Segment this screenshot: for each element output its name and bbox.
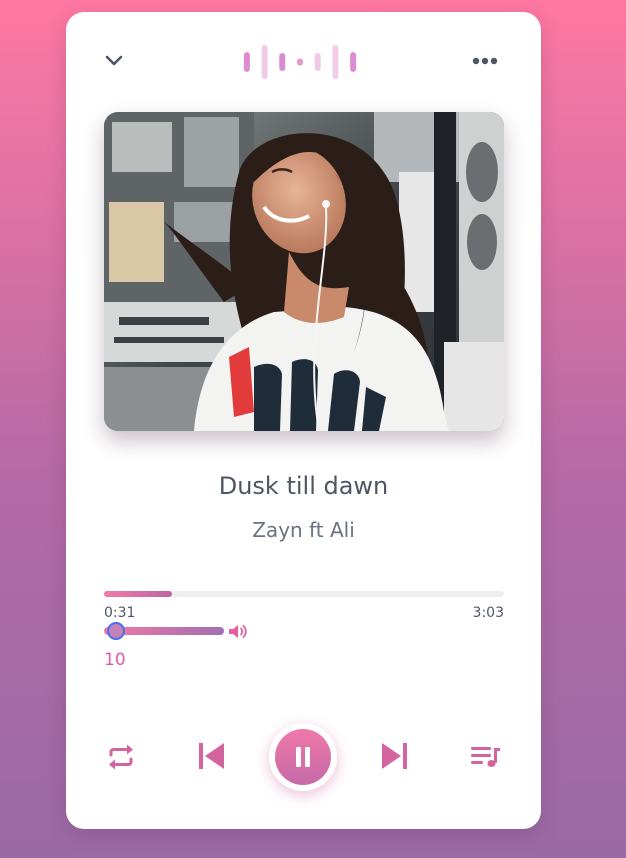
volume-slider-thumb[interactable] — [107, 622, 125, 640]
queue-music-icon[interactable] — [470, 745, 500, 769]
visualizer-bar — [279, 53, 286, 71]
volume-icon[interactable] — [228, 623, 248, 640]
visualizer-bar — [297, 58, 303, 66]
audio-visualizer — [243, 44, 357, 80]
chevron-down-icon[interactable] — [104, 53, 124, 69]
more-horizontal-icon[interactable] — [471, 56, 499, 66]
play-pause-button[interactable] — [269, 723, 337, 791]
visualizer-bar — [243, 52, 250, 72]
music-player-card: Dusk till dawn Zayn ft Ali 0:31 3:03 10 — [66, 12, 541, 829]
pause-icon — [296, 747, 310, 767]
album-art — [104, 112, 504, 431]
skip-previous-icon[interactable] — [196, 741, 226, 771]
play-pause-button-face — [275, 729, 331, 785]
repeat-icon[interactable] — [106, 744, 136, 770]
track-duration: 3:03 — [472, 605, 504, 621]
visualizer-bar — [332, 44, 339, 80]
song-title: Dusk till dawn — [218, 472, 389, 500]
visualizer-bar — [314, 53, 321, 71]
seek-bar-progress — [104, 591, 172, 597]
volume-slider[interactable] — [104, 622, 224, 640]
visualizer-bar — [261, 44, 268, 80]
current-time: 0:31 — [104, 605, 136, 621]
song-artist: Zayn ft Ali — [252, 518, 355, 542]
visualizer-bar — [350, 52, 357, 72]
skip-next-icon[interactable] — [380, 741, 410, 771]
volume-value: 10 — [104, 650, 126, 670]
seek-bar[interactable] — [104, 591, 504, 597]
